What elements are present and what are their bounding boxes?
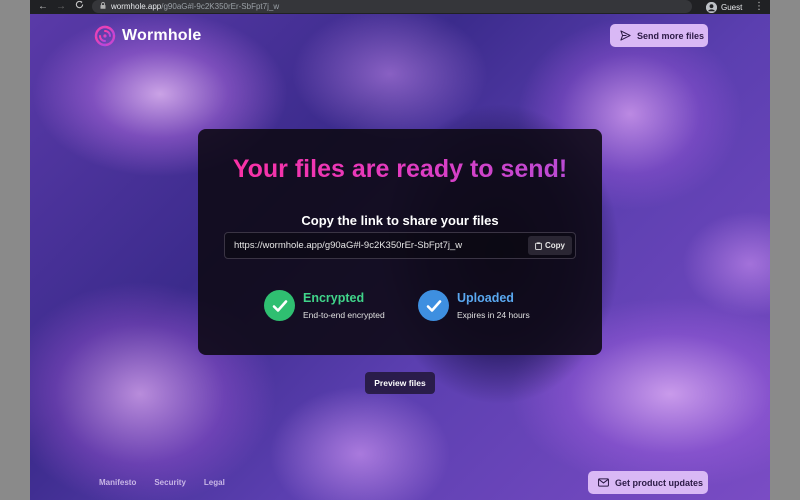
browser-window: ← → wormhole.app/g90aG#l-9c2K350rEr-SbFp…: [30, 0, 770, 500]
url-host: wormhole.app: [111, 2, 162, 11]
share-link-label: Copy the link to share your files: [301, 213, 499, 228]
lock-icon: [100, 2, 106, 11]
check-circle-icon: [264, 290, 295, 321]
copy-label: Copy: [545, 241, 565, 250]
back-arrow-icon[interactable]: ←: [34, 0, 52, 14]
uploaded-subtitle: Expires in 24 hours: [457, 310, 530, 320]
share-card: Your files are ready to send! Copy the l…: [198, 129, 602, 355]
forward-arrow-icon[interactable]: →: [52, 0, 70, 14]
clipboard-icon: [535, 241, 542, 250]
get-product-updates-label: Get product updates: [615, 477, 704, 488]
uploaded-title: Uploaded: [457, 291, 514, 305]
wormhole-logo[interactable]: Wormhole: [94, 25, 202, 47]
logo-text: Wormhole: [122, 27, 202, 44]
encrypted-title: Encrypted: [303, 291, 365, 305]
mail-icon: [598, 478, 609, 487]
uploaded-status: Uploaded Expires in 24 hours: [418, 290, 530, 321]
profile-name: Guest: [721, 2, 743, 12]
footer-link-manifesto[interactable]: Manifesto: [99, 478, 136, 487]
reload-icon[interactable]: [70, 0, 88, 14]
send-more-files-label: Send more files: [637, 30, 705, 41]
ready-headline: Your files are ready to send!: [198, 155, 602, 184]
preview-files-button[interactable]: Preview files: [365, 372, 435, 394]
encrypted-subtitle: End-to-end encrypted: [303, 310, 385, 320]
footer-link-security[interactable]: Security: [154, 478, 186, 487]
share-link-field[interactable]: https://wormhole.app/g90aG#l-9c2K350rEr-…: [224, 232, 576, 259]
footer-link-legal[interactable]: Legal: [204, 478, 225, 487]
paper-plane-icon: [620, 30, 631, 41]
send-more-files-button[interactable]: Send more files: [610, 24, 708, 47]
guest-avatar-icon: [706, 1, 717, 13]
footer-links: Manifesto Security Legal: [99, 478, 243, 487]
browser-toolbar: ← → wormhole.app/g90aG#l-9c2K350rEr-SbFp…: [30, 0, 770, 14]
check-circle-icon: [418, 290, 449, 321]
url-path: /g90aG#l-9c2K350rEr-SbFpt7j_w: [161, 2, 280, 11]
address-bar[interactable]: wormhole.app/g90aG#l-9c2K350rEr-SbFpt7j_…: [92, 0, 692, 13]
browser-menu-icon[interactable]: ⋮: [754, 0, 764, 14]
copy-link-button[interactable]: Copy: [528, 236, 572, 255]
encrypted-status: Encrypted End-to-end encrypted: [264, 290, 385, 321]
profile-button[interactable]: Guest: [706, 0, 742, 14]
get-product-updates-button[interactable]: Get product updates: [588, 471, 708, 494]
wormhole-logo-icon: [94, 25, 116, 47]
